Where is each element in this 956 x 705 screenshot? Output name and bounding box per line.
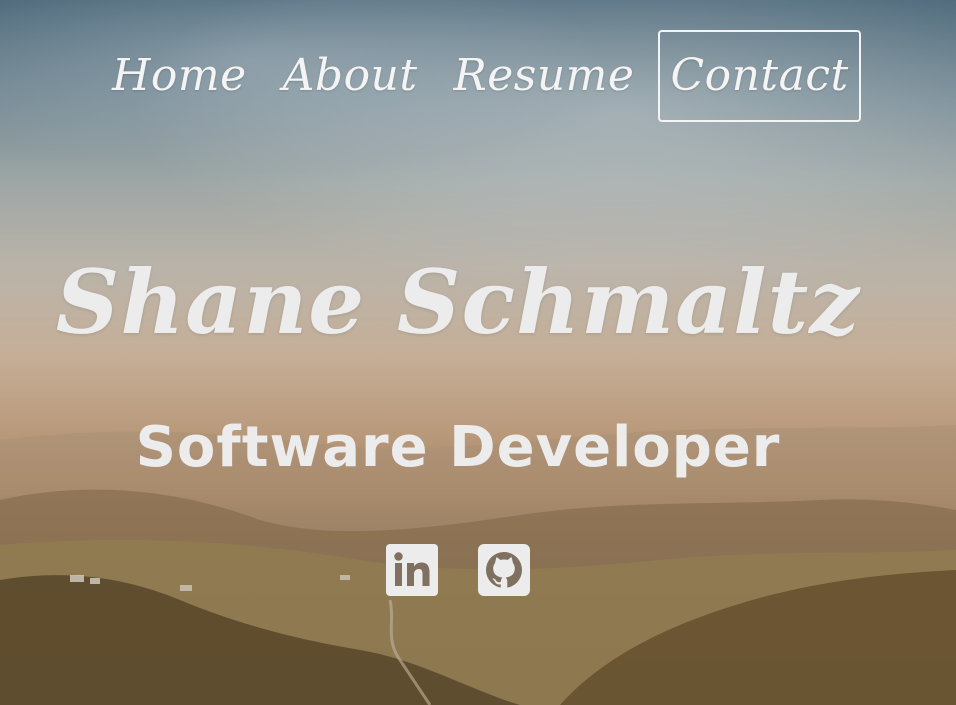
main-nav: Home About Resume Contact bbox=[100, 30, 873, 122]
github-link[interactable] bbox=[478, 544, 530, 596]
nav-about-link[interactable]: About bbox=[271, 30, 430, 122]
nav-home-link[interactable]: Home bbox=[100, 30, 259, 122]
social-links bbox=[386, 544, 570, 596]
hero-title: Software Developer bbox=[135, 415, 781, 480]
hero-name: Shane Schmaltz bbox=[55, 250, 861, 354]
nav-resume-link[interactable]: Resume bbox=[442, 30, 647, 122]
github-icon bbox=[478, 544, 530, 596]
nav-contact-link[interactable]: Contact bbox=[658, 30, 861, 122]
linkedin-icon bbox=[386, 544, 438, 596]
linkedin-link[interactable] bbox=[386, 544, 438, 596]
